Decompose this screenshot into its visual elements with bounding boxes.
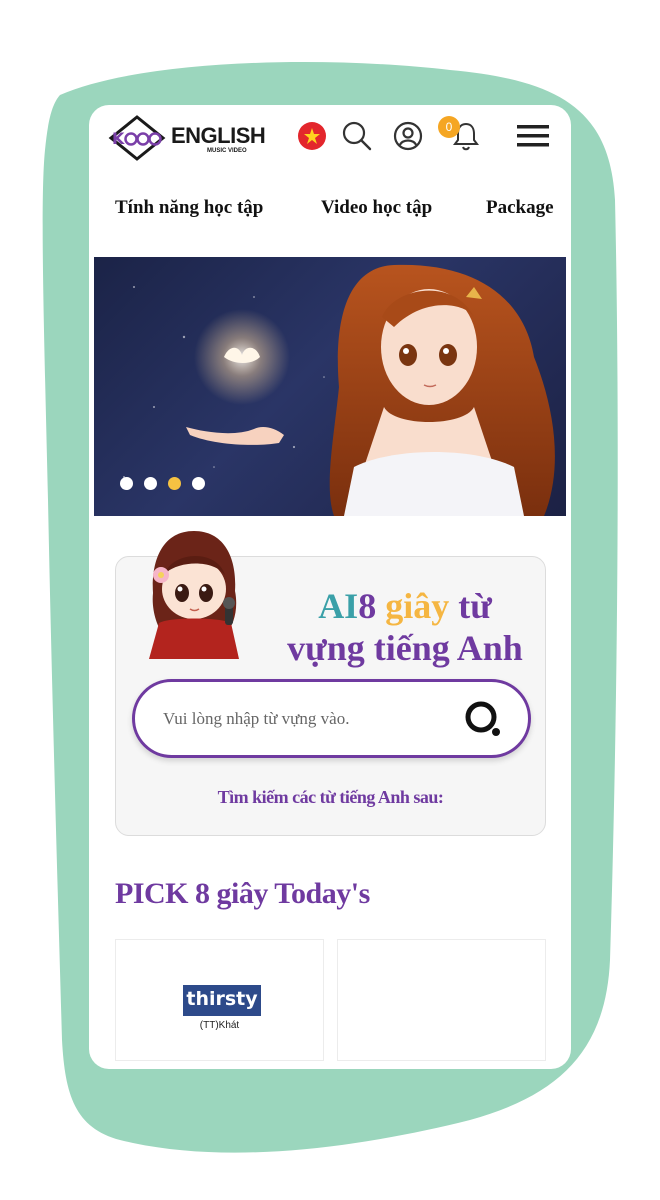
main-nav: Tính năng học tập Video học tập Package xyxy=(89,197,571,227)
title-eight: 8 xyxy=(358,586,377,626)
logo-text: ENGLISH xyxy=(171,123,266,148)
title-giay: giây xyxy=(385,586,450,626)
carousel-dot-4[interactable] xyxy=(192,477,205,490)
search-hint-text: Tìm kiếm các từ tiếng Anh sau: xyxy=(217,787,444,807)
title-ai: AI xyxy=(318,586,359,626)
nav-item-package[interactable]: Package xyxy=(486,197,554,219)
title-line2: vựng tiếng Anh xyxy=(287,628,523,668)
svg-text:K: K xyxy=(112,129,125,148)
word-card-2[interactable] xyxy=(337,939,546,1061)
nav-item-learning-videos[interactable]: Video học tập xyxy=(321,197,432,219)
notification-count-badge: 0 xyxy=(438,116,460,138)
app-header: K ENGLISH MUSIC VIDEO 0 xyxy=(89,105,571,175)
logo-subtext: MUSIC VIDEO xyxy=(207,148,247,154)
user-account-icon[interactable] xyxy=(392,120,424,152)
nav-item-learning-features[interactable]: Tính năng học tập xyxy=(115,197,263,219)
search-icon[interactable] xyxy=(341,120,373,152)
hamburger-menu-icon[interactable] xyxy=(516,122,550,150)
vocab-search-box xyxy=(132,679,531,758)
word-card-word: thirsty xyxy=(183,985,261,1016)
search-card-title: AI8 giây từ vựng tiếng Anh xyxy=(266,585,544,669)
kpop-logo-icon: K xyxy=(108,115,166,161)
chibi-singer-mascot xyxy=(149,531,239,659)
carousel-dot-3-active[interactable] xyxy=(168,477,181,490)
word-card-1[interactable]: thirsty (TT)Khát xyxy=(115,939,324,1061)
vietnam-flag-icon[interactable] xyxy=(297,121,327,151)
carousel-dot-1[interactable] xyxy=(120,477,133,490)
banner-illustration xyxy=(123,264,555,516)
word-card-word xyxy=(405,985,483,1016)
kpop-english-logo[interactable]: K ENGLISH MUSIC VIDEO xyxy=(107,113,277,161)
word-card-meaning: (TT)Khát xyxy=(199,1020,240,1031)
title-tu: từ xyxy=(458,586,492,626)
carousel-dot-2[interactable] xyxy=(144,477,157,490)
hero-banner[interactable] xyxy=(94,257,566,516)
vocab-search-input[interactable] xyxy=(161,704,445,734)
search-submit-icon[interactable] xyxy=(461,698,505,740)
pick-section-title: PICK 8 giây Today's xyxy=(115,877,370,910)
phone-screen: K ENGLISH MUSIC VIDEO 0 Tính năng học tậ… xyxy=(89,105,571,1069)
